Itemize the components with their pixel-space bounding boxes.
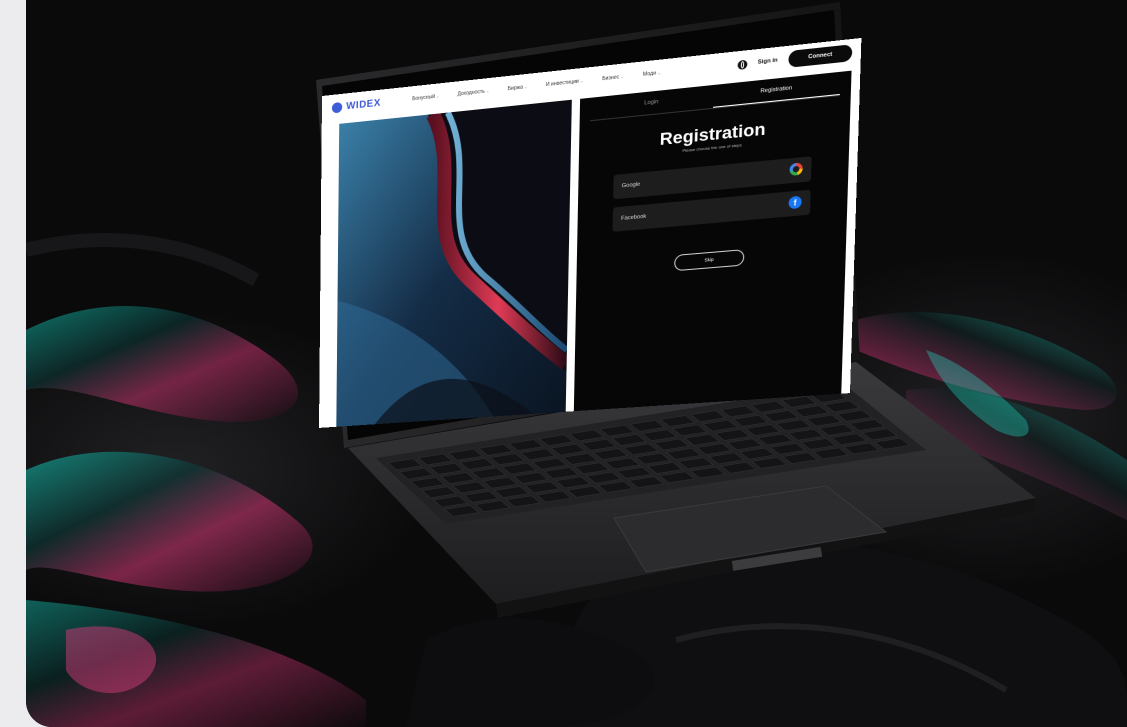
globe-icon[interactable] (737, 59, 747, 69)
menu-item[interactable]: И инвестиции (546, 78, 584, 88)
mockup-frame: ⬤︎ WIDEX Бонусный Доходность Биржа И инв… (26, 0, 1127, 727)
registration-panel: Login Registration Registration Please c… (574, 71, 852, 412)
menu-item[interactable]: Бизнес (602, 74, 624, 82)
tab-registration[interactable]: Registration (713, 80, 840, 108)
menu-item[interactable]: Доходность (457, 88, 489, 97)
skip-button[interactable]: Skip (674, 249, 744, 271)
menu-item[interactable]: Биржа (508, 84, 528, 92)
menu-item[interactable]: Моди (643, 70, 661, 78)
widex-logo[interactable]: ⬤︎ WIDEX (332, 98, 381, 114)
google-label: Google (622, 182, 641, 190)
connect-button[interactable]: Connect (788, 44, 852, 68)
google-icon (789, 162, 802, 176)
wave-image (336, 100, 572, 427)
facebook-icon: f (788, 196, 801, 210)
tab-login[interactable]: Login (590, 93, 713, 120)
header-actions: Sign in Connect (737, 44, 852, 73)
menu-item[interactable]: Бонусный (412, 93, 439, 102)
laptop-screen: ⬤︎ WIDEX Бонусный Доходность Биржа И инв… (319, 38, 861, 428)
facebook-label: Facebook (621, 214, 646, 222)
abstract-wave-artwork (336, 100, 572, 427)
sign-in-link[interactable]: Sign in (758, 57, 778, 65)
